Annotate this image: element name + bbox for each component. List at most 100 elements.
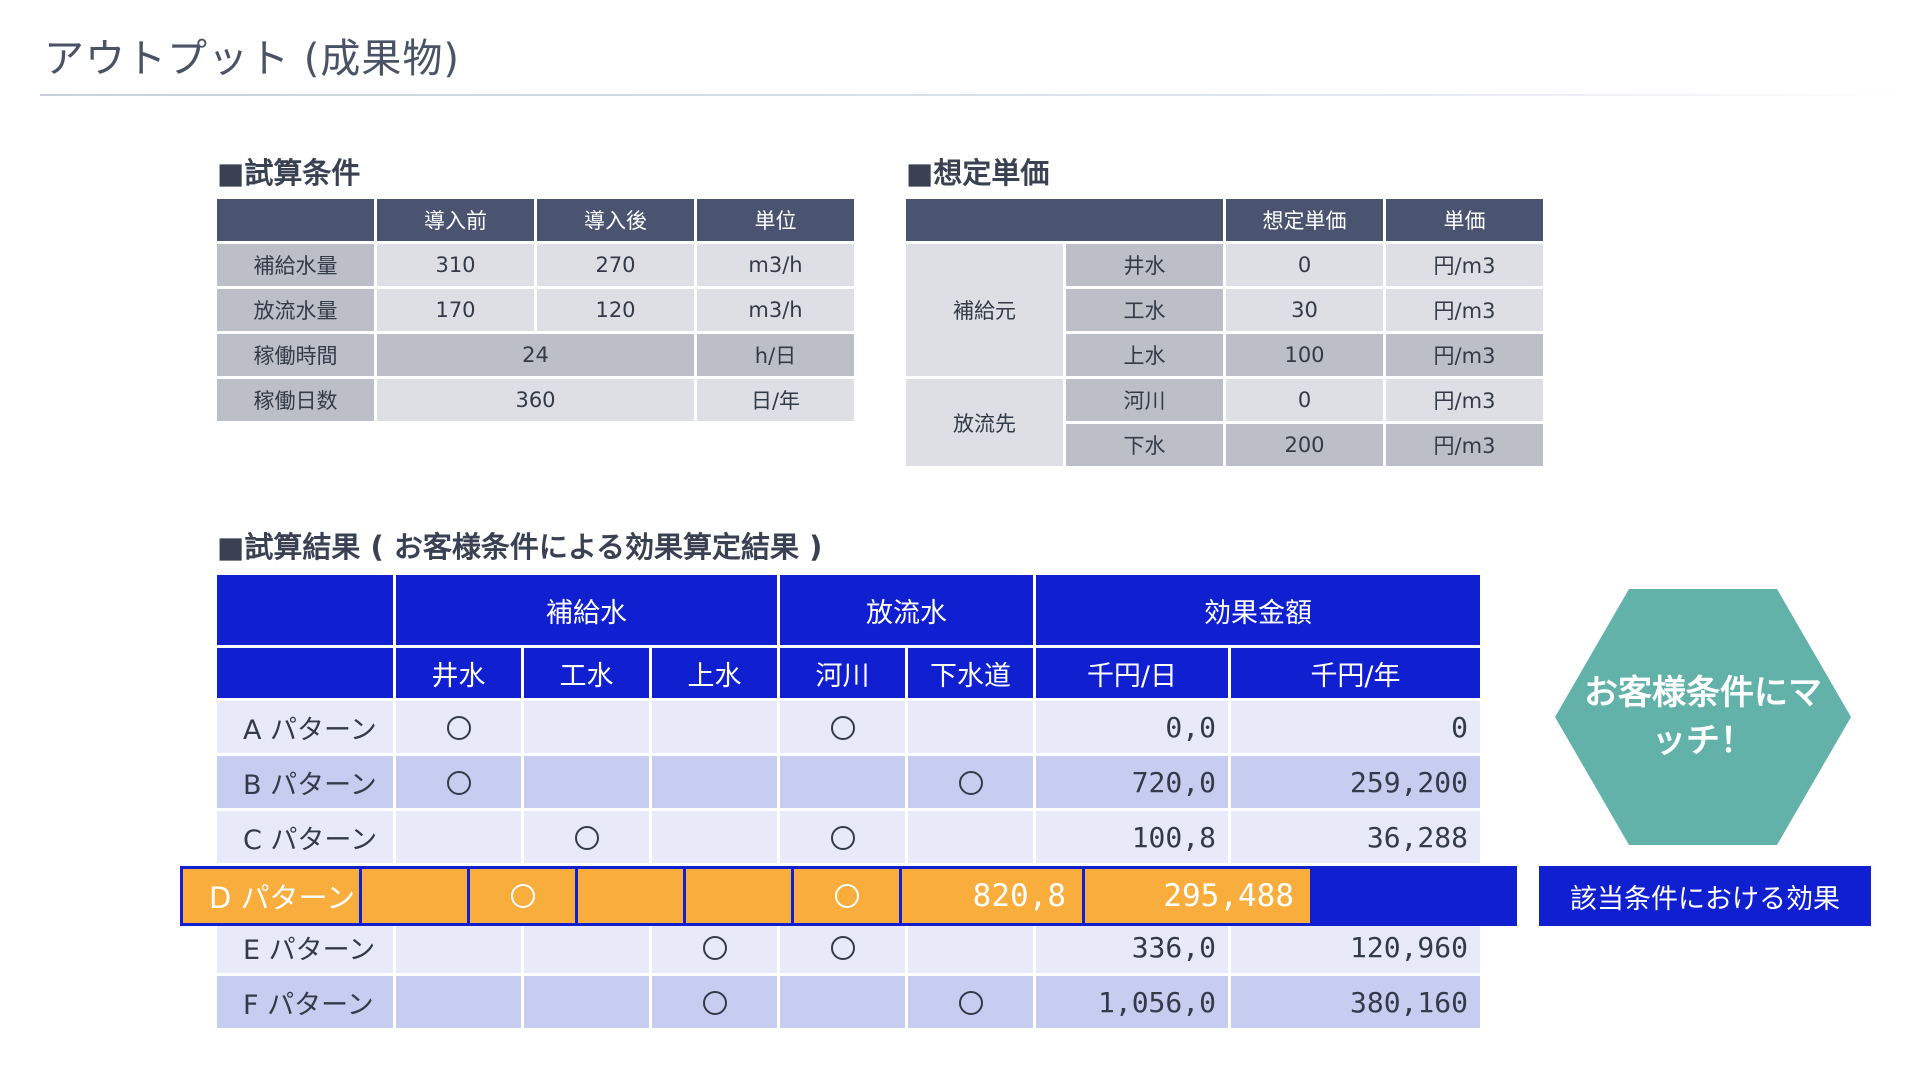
mark-cell — [652, 756, 777, 808]
highlighted-mark-cell — [686, 869, 791, 923]
circle-mark-icon — [702, 991, 727, 1015]
pattern-name: C パターン — [217, 811, 393, 863]
conditions-label: 稼働日数 — [217, 379, 374, 421]
conditions-unit: m3/h — [697, 244, 854, 286]
mark-cell — [908, 976, 1033, 1028]
circle-mark-icon — [702, 936, 727, 960]
prices-price: 100 — [1226, 334, 1383, 376]
prices-unit: 円/m3 — [1386, 424, 1543, 466]
pattern-name: A パターン — [217, 701, 393, 753]
results-row: E パターン 336,0 120,960 — [217, 921, 1480, 973]
conditions-header-after: 導入後 — [537, 199, 694, 241]
conditions-header-blank — [217, 199, 374, 241]
prices-price: 200 — [1226, 424, 1383, 466]
mark-cell — [780, 701, 905, 753]
pattern-name: F パターン — [217, 976, 393, 1028]
mark-cell — [780, 756, 905, 808]
mark-cell — [396, 811, 521, 863]
mark-cell — [396, 921, 521, 973]
mark-cell — [652, 811, 777, 863]
conditions-title: ■試算条件 — [217, 156, 361, 190]
results-subheader: 下水道 — [908, 648, 1033, 698]
mark-cell — [780, 811, 905, 863]
prices-unit: 円/m3 — [1386, 334, 1543, 376]
prices-name: 上水 — [1066, 334, 1223, 376]
results-header-corner — [217, 575, 393, 645]
mark-cell — [396, 701, 521, 753]
prices-name: 下水 — [1066, 424, 1223, 466]
prices-title: ■想定単価 — [906, 156, 1050, 190]
mark-cell — [780, 921, 905, 973]
results-subheader: 井水 — [396, 648, 521, 698]
mark-cell — [524, 811, 649, 863]
prices-name: 河川 — [1066, 379, 1223, 421]
highlighted-effect-per-year: 295,488 — [1085, 869, 1310, 923]
mark-cell — [652, 701, 777, 753]
circle-mark-icon — [510, 884, 535, 908]
conditions-label: 稼働時間 — [217, 334, 374, 376]
results-row: A パターン 0,0 0 — [217, 701, 1480, 753]
conditions-unit: m3/h — [697, 289, 854, 331]
prices-table: 想定単価 単価 補給元 井水 0 円/m3 工水 30 円/m3 上水 100 … — [903, 196, 1546, 469]
results-subheader: 千円/日 — [1036, 648, 1228, 698]
conditions-after: 120 — [537, 289, 694, 331]
conditions-before: 310 — [377, 244, 534, 286]
conditions-label: 補給水量 — [217, 244, 374, 286]
circle-mark-icon — [958, 771, 983, 795]
results-title: ■試算結果 ( お客様条件による効果算定結果 ) — [217, 530, 823, 564]
prices-unit: 円/m3 — [1386, 289, 1543, 331]
conditions-header-before: 導入前 — [377, 199, 534, 241]
mark-cell — [908, 701, 1033, 753]
effect-per-year: 120,960 — [1231, 921, 1480, 973]
effect-per-year: 259,200 — [1231, 756, 1480, 808]
prices-group-label: 補給元 — [906, 244, 1063, 376]
circle-mark-icon — [830, 936, 855, 960]
mark-cell — [524, 976, 649, 1028]
conditions-unit: h/日 — [697, 334, 854, 376]
conditions-value: 360 — [377, 379, 694, 421]
results-row: F パターン 1,056,0 380,160 — [217, 976, 1480, 1028]
mark-cell — [524, 756, 649, 808]
circle-mark-icon — [834, 884, 859, 908]
prices-price: 0 — [1226, 379, 1383, 421]
prices-name: 工水 — [1066, 289, 1223, 331]
circle-mark-icon — [830, 826, 855, 850]
prices-name: 井水 — [1066, 244, 1223, 286]
prices-unit: 円/m3 — [1386, 379, 1543, 421]
conditions-table: 導入前 導入後 単位 補給水量 310 270 m3/h 放流水量 170 12… — [214, 196, 857, 424]
highlighted-mark-cell — [470, 869, 575, 923]
highlighted-mark-cell — [578, 869, 683, 923]
circle-mark-icon — [958, 991, 983, 1015]
mark-cell — [524, 701, 649, 753]
conditions-header-unit: 単位 — [697, 199, 854, 241]
highlighted-effect-per-day: 820,8 — [902, 869, 1082, 923]
conditions-after: 270 — [537, 244, 694, 286]
effect-per-year: 36,288 — [1231, 811, 1480, 863]
results-header-effect: 効果金額 — [1036, 575, 1480, 645]
circle-mark-icon — [574, 826, 599, 850]
highlighted-pattern-row: D パターン 820,8 295,488 — [180, 866, 1517, 926]
effect-per-day: 720,0 — [1036, 756, 1228, 808]
mark-cell — [652, 976, 777, 1028]
mark-cell — [524, 921, 649, 973]
highlighted-mark-cell — [362, 869, 467, 923]
prices-group-label: 放流先 — [906, 379, 1063, 466]
effect-label: 該当条件における効果 — [1539, 866, 1871, 926]
effect-per-day: 0,0 — [1036, 701, 1228, 753]
results-subheader-corner — [217, 648, 393, 698]
prices-header-price: 想定単価 — [1226, 199, 1383, 241]
results-subheader: 河川 — [780, 648, 905, 698]
prices-price: 0 — [1226, 244, 1383, 286]
effect-per-day: 336,0 — [1036, 921, 1228, 973]
conditions-before: 170 — [377, 289, 534, 331]
pattern-name: B パターン — [217, 756, 393, 808]
prices-header-blank — [906, 199, 1223, 241]
results-subheader: 上水 — [652, 648, 777, 698]
results-table: 補給水 放流水 効果金額 井水 工水 上水 河川 下水道 千円/日 千円/年 A… — [214, 572, 1483, 1031]
mark-cell — [652, 921, 777, 973]
conditions-unit: 日/年 — [697, 379, 854, 421]
effect-per-year: 380,160 — [1231, 976, 1480, 1028]
page-title: アウトプット (成果物) — [44, 36, 460, 82]
conditions-value: 24 — [377, 334, 694, 376]
effect-per-day: 100,8 — [1036, 811, 1228, 863]
